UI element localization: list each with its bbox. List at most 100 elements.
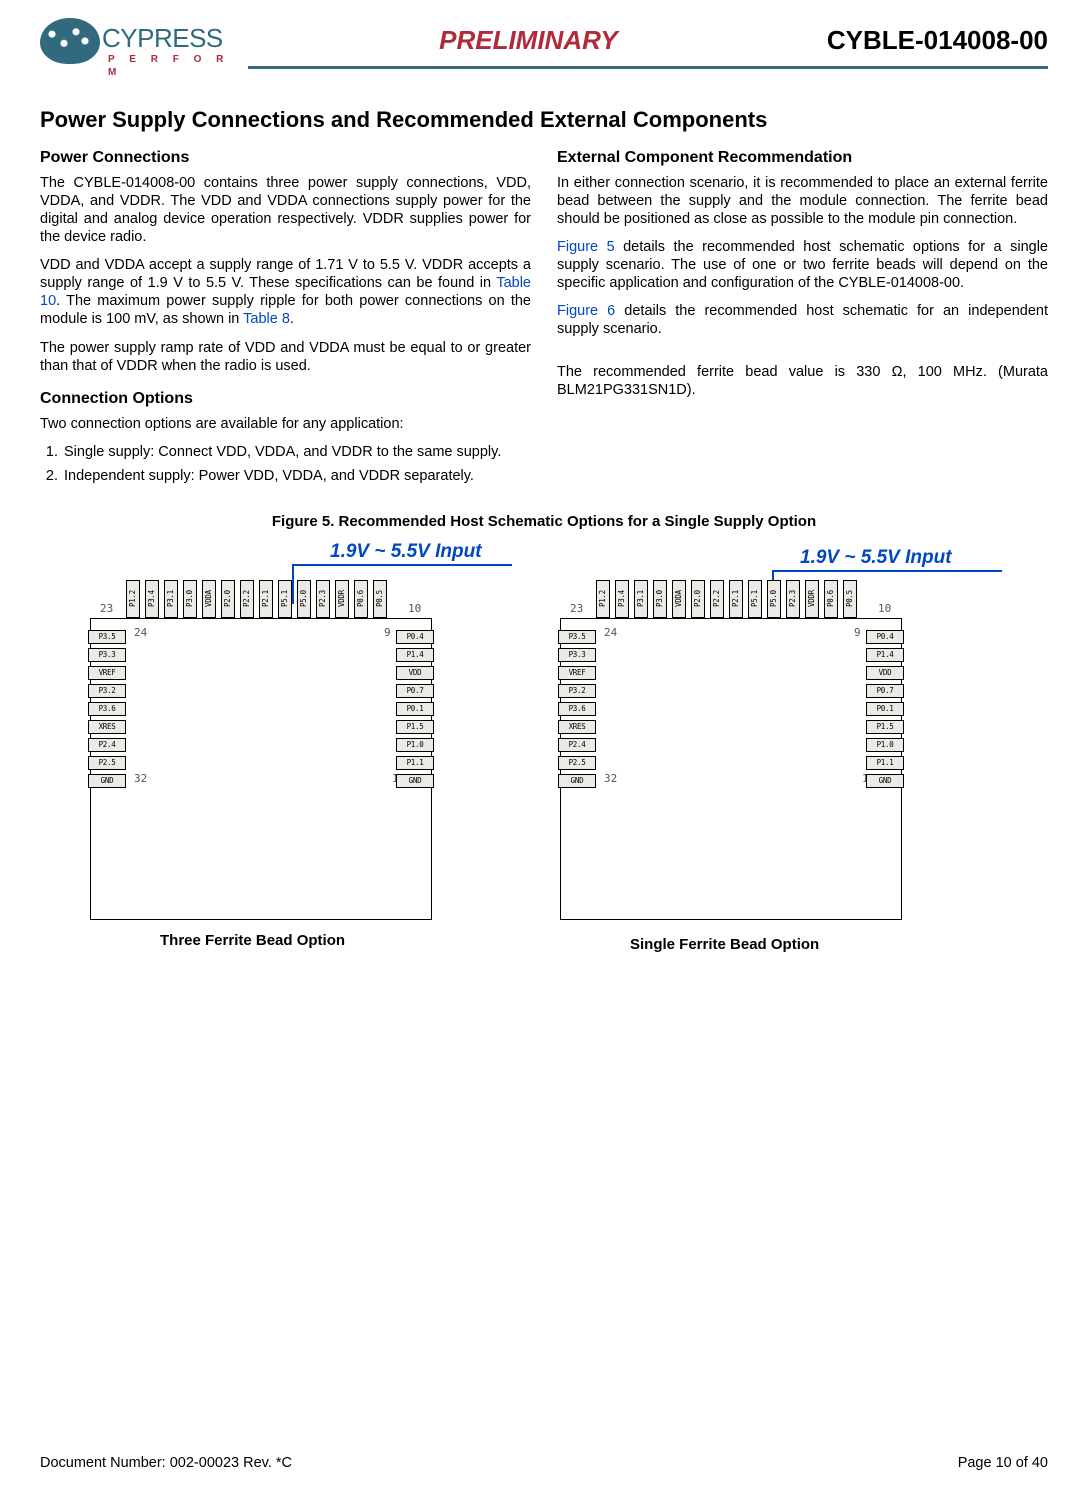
pin-label: P3.1 (164, 580, 178, 618)
pin-label: P5.0 (297, 580, 311, 618)
document-number: Document Number: 002-00023 Rev. *C (40, 1454, 292, 1472)
section-title: Power Supply Connections and Recommended… (40, 106, 1048, 134)
pin-label: VREF (88, 666, 126, 680)
pin-label: VDDR (335, 580, 349, 618)
pin-label: P2.1 (729, 580, 743, 618)
pin-number: 10 (878, 602, 891, 616)
text-run: . (290, 311, 294, 327)
wire (292, 564, 512, 566)
pin-label: P3.0 (653, 580, 667, 618)
pin-label: P2.2 (710, 580, 724, 618)
pin-label: P2.0 (691, 580, 705, 618)
pin-label: P3.0 (183, 580, 197, 618)
pin-label: P0.5 (843, 580, 857, 618)
pin-label: P3.1 (634, 580, 648, 618)
label-three-ferrite-option: Three Ferrite Bead Option (160, 932, 345, 951)
logo-text: CYPRESS (102, 22, 223, 55)
pin-label: P3.6 (558, 702, 596, 716)
logo-subtext: P E R F O R M (108, 54, 230, 79)
paragraph: Figure 6 details the recommended host sc… (557, 302, 1048, 338)
pin-label: P0.1 (396, 702, 434, 716)
pin-label: P2.5 (558, 756, 596, 770)
heading-connection-options: Connection Options (40, 389, 531, 409)
pin-label: P1.4 (396, 648, 434, 662)
pin-label: P1.1 (396, 756, 434, 770)
paragraph: In either connection scenario, it is rec… (557, 174, 1048, 228)
text-run: details the recommended host schematic f… (557, 303, 1048, 337)
xref-figure-6[interactable]: Figure 6 (557, 303, 615, 319)
list-item: Single supply: Connect VDD, VDDA, and VD… (62, 443, 531, 461)
pin-number: 10 (408, 602, 421, 616)
pin-label: P1.2 (596, 580, 610, 618)
pin-label: P2.4 (88, 738, 126, 752)
pin-label: VDD (396, 666, 434, 680)
page-footer: Document Number: 002-00023 Rev. *C Page … (40, 1454, 1048, 1472)
paragraph: Two connection options are available for… (40, 415, 531, 433)
pin-label: P2.3 (316, 580, 330, 618)
pin-label: P3.4 (145, 580, 159, 618)
figure-5: 1.9V ~ 5.5V Input 1.9V ~ 5.5V Input 23 1… (40, 540, 1048, 970)
pin-label: GND (396, 774, 434, 788)
pin-label: P1.1 (866, 756, 904, 770)
cypress-logo: CYPRESS P E R F O R M (40, 18, 230, 74)
pin-label: P0.6 (354, 580, 368, 618)
pin-label: P5.1 (278, 580, 292, 618)
pin-label: P1.5 (866, 720, 904, 734)
pin-number: 23 (570, 602, 583, 616)
pin-label: P1.0 (396, 738, 434, 752)
pin-label: P3.5 (88, 630, 126, 644)
pin-label: P3.6 (88, 702, 126, 716)
connection-option-list: Single supply: Connect VDD, VDDA, and VD… (40, 443, 531, 485)
pin-label: P1.4 (866, 648, 904, 662)
pin-label: VDDA (202, 580, 216, 618)
header-rule (248, 66, 1048, 69)
pin-label: P3.2 (558, 684, 596, 698)
paragraph: Figure 5 details the recommended host sc… (557, 238, 1048, 292)
left-column: Power Connections The CYBLE-014008-00 co… (40, 148, 531, 496)
pin-label: P5.1 (748, 580, 762, 618)
wire (772, 570, 1002, 572)
pin-label: GND (88, 774, 126, 788)
pin-label: P3.2 (88, 684, 126, 698)
heading-power-connections: Power Connections (40, 148, 531, 168)
right-column: External Component Recommendation In eit… (557, 148, 1048, 496)
logo-tree-icon (40, 18, 100, 64)
pin-label: P0.7 (866, 684, 904, 698)
pin-label: GND (866, 774, 904, 788)
pin-label: P2.5 (88, 756, 126, 770)
pin-label: P0.6 (824, 580, 838, 618)
pin-number: 32 (604, 772, 617, 786)
xref-table-8[interactable]: Table 8 (243, 311, 290, 327)
pin-number: 23 (100, 602, 113, 616)
pin-label: P0.5 (373, 580, 387, 618)
pin-label: XRES (88, 720, 126, 734)
pin-label: P0.1 (866, 702, 904, 716)
pin-label: P0.7 (396, 684, 434, 698)
pin-number: 32 (134, 772, 147, 786)
pin-label: P2.1 (259, 580, 273, 618)
text-run: details the recommended host schematic o… (557, 239, 1048, 291)
schematic-chip-three-bead (90, 618, 432, 920)
xref-figure-5[interactable]: Figure 5 (557, 239, 615, 255)
pin-label: VDD (866, 666, 904, 680)
wire (292, 564, 294, 604)
paragraph: The CYBLE-014008-00 contains three power… (40, 174, 531, 247)
pin-label: P0.4 (866, 630, 904, 644)
pin-label: P5.0 (767, 580, 781, 618)
text-run: VDD and VDDA accept a supply range of 1.… (40, 257, 531, 291)
pin-label: P0.4 (396, 630, 434, 644)
voltage-input-label-left: 1.9V ~ 5.5V Input (330, 540, 482, 564)
pin-label: P1.2 (126, 580, 140, 618)
pin-label: P3.3 (88, 648, 126, 662)
pin-label: P2.0 (221, 580, 235, 618)
list-item: Independent supply: Power VDD, VDDA, and… (62, 467, 531, 485)
schematic-chip-single-bead (560, 618, 902, 920)
paragraph: The power supply ramp rate of VDD and VD… (40, 339, 531, 375)
figure-caption: Figure 5. Recommended Host Schematic Opt… (40, 513, 1048, 532)
heading-external-component: External Component Recommendation (557, 148, 1048, 168)
pin-label: P1.0 (866, 738, 904, 752)
pin-label: P2.3 (786, 580, 800, 618)
pin-label: P2.2 (240, 580, 254, 618)
pin-label: P3.5 (558, 630, 596, 644)
pin-label: GND (558, 774, 596, 788)
